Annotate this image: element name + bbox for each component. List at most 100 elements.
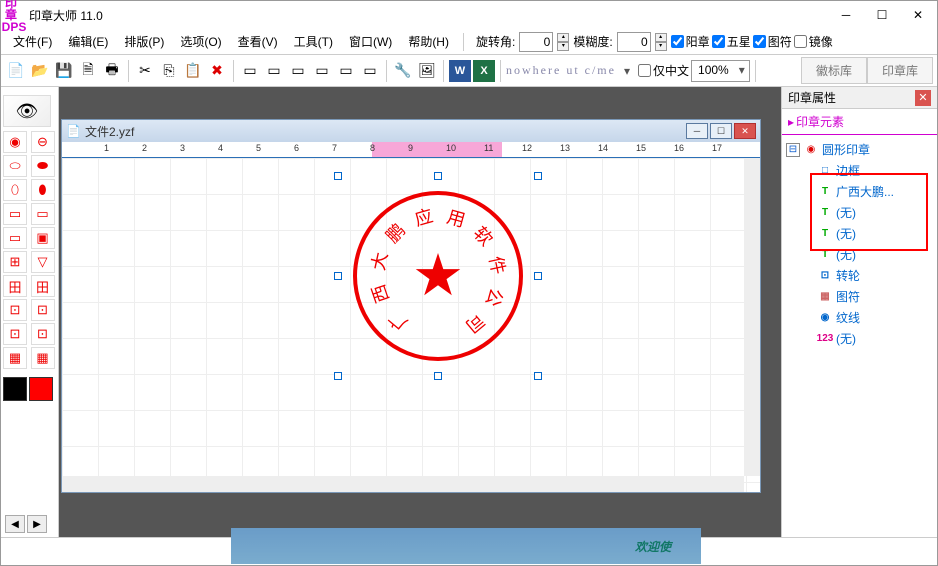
seal-selection[interactable]: ★ 广西大鹏应用软件公司 [338, 176, 538, 376]
shape-tool-12[interactable]: 田 [3, 275, 27, 297]
cut-icon[interactable]: ✂ [134, 60, 156, 82]
doc-maximize-button[interactable]: ☐ [710, 123, 732, 139]
shape-tool-19[interactable]: ▦ [31, 347, 55, 369]
open-icon[interactable]: 📂 [29, 60, 51, 82]
shape-tool-10[interactable]: ⊞ [3, 251, 27, 273]
close-button[interactable]: ✕ [911, 8, 925, 22]
tree-item-4[interactable]: T(无) [786, 244, 933, 265]
chinese-only-checkbox[interactable] [638, 64, 651, 77]
menu-1[interactable]: 编辑(E) [60, 30, 116, 53]
window-title: 印章大师 11.0 [29, 7, 839, 24]
shape-tool-9[interactable]: ▣ [31, 227, 55, 249]
shape-tool-4[interactable]: ⬯ [3, 179, 27, 201]
resize-handle[interactable] [534, 272, 542, 280]
word-icon[interactable]: W [449, 60, 471, 82]
shape-tool-6[interactable]: ▭ [3, 203, 27, 225]
menu-5[interactable]: 工具(T) [286, 30, 341, 53]
check-1[interactable] [712, 35, 725, 48]
doc-minimize-button[interactable]: ─ [686, 123, 708, 139]
shape-tool-8[interactable]: ▭ [3, 227, 27, 249]
zoom-combo[interactable]: 100% [691, 60, 750, 82]
panel-section-header[interactable]: 印章元素 [782, 109, 937, 135]
tree-item-8[interactable]: 123(无) [786, 328, 933, 349]
minimize-button[interactable]: ─ [839, 8, 853, 22]
rotation-spinner[interactable]: ▴▾ [557, 33, 569, 51]
align5-icon[interactable]: ▭ [335, 60, 357, 82]
shape-tool-7[interactable]: ▭ [31, 203, 55, 225]
resize-handle[interactable] [434, 172, 442, 180]
save-icon[interactable]: 💾 [53, 60, 75, 82]
check-0[interactable] [671, 35, 684, 48]
tree-root[interactable]: ⊟◉圆形印章 [786, 139, 933, 160]
align4-icon[interactable]: ▭ [311, 60, 333, 82]
canvas[interactable]: ★ 广西大鹏应用软件公司 [62, 158, 760, 492]
menu-4[interactable]: 查看(V) [230, 30, 286, 53]
resize-handle[interactable] [334, 372, 342, 380]
blur-spinner[interactable]: ▴▾ [655, 33, 667, 51]
shape-tool-2[interactable]: ⬭ [3, 155, 27, 177]
check-2[interactable] [753, 35, 766, 48]
menu-6[interactable]: 窗口(W) [341, 30, 400, 53]
rotation-input[interactable] [519, 32, 553, 52]
tree-item-2[interactable]: T(无) [786, 202, 933, 223]
tree-item-0[interactable]: □边框 [786, 160, 933, 181]
resize-handle[interactable] [434, 372, 442, 380]
tab-badge-lib[interactable]: 徽标库 [801, 57, 867, 84]
horizontal-ruler[interactable]: 1234567891011121314151617 [62, 142, 760, 158]
shape-tool-5[interactable]: ⬮ [31, 179, 55, 201]
tool1-icon[interactable]: 🔧 [392, 60, 414, 82]
new-icon[interactable]: 📄 [5, 60, 27, 82]
color-red[interactable] [29, 377, 53, 401]
tool2-icon[interactable]: 🖼 [416, 60, 438, 82]
resize-handle[interactable] [534, 172, 542, 180]
menu-0[interactable]: 文件(F) [5, 30, 60, 53]
align6-icon[interactable]: ▭ [359, 60, 381, 82]
align1-icon[interactable]: ▭ [239, 60, 261, 82]
menu-3[interactable]: 选项(O) [172, 30, 229, 53]
shape-tool-1[interactable]: ⊖ [31, 131, 55, 153]
tree-item-7[interactable]: ◉纹线 [786, 307, 933, 328]
shape-tool-11[interactable]: ▽ [31, 251, 55, 273]
menu-7[interactable]: 帮助(H) [400, 30, 457, 53]
shape-tool-13[interactable]: 田 [31, 275, 55, 297]
preview-eye-icon: 👁 [3, 95, 51, 127]
align3-icon[interactable]: ▭ [287, 60, 309, 82]
print-icon[interactable]: 🖶 [101, 60, 123, 82]
tab-seal-lib[interactable]: 印章库 [867, 57, 933, 84]
vertical-scrollbar[interactable] [744, 158, 760, 476]
maximize-button[interactable]: ☐ [875, 8, 889, 22]
paste-icon[interactable]: 📋 [182, 60, 204, 82]
shape-tool-16[interactable]: ⊡ [3, 323, 27, 345]
copy-icon[interactable]: ⎘ [158, 60, 180, 82]
tree-item-5[interactable]: ⊡转轮 [786, 265, 933, 286]
shape-tool-14[interactable]: ⊡ [3, 299, 27, 321]
panel-close-button[interactable]: ✕ [915, 90, 931, 106]
document-title: 文件2.yzf [85, 123, 686, 140]
tree-item-1[interactable]: T广西大鹏... [786, 181, 933, 202]
resize-handle[interactable] [334, 172, 342, 180]
shape-tool-15[interactable]: ⊡ [31, 299, 55, 321]
seal-object[interactable]: ★ 广西大鹏应用软件公司 [353, 191, 523, 361]
tree-item-3[interactable]: T(无) [786, 223, 933, 244]
export-icon[interactable]: 🗎 [77, 60, 99, 82]
sample-text: nowhere ut c/me [506, 63, 616, 78]
shape-tool-18[interactable]: ▦ [3, 347, 27, 369]
palette-prev-icon[interactable]: ◀ [5, 515, 25, 533]
shape-tool-3[interactable]: ⬬ [31, 155, 55, 177]
palette-next-icon[interactable]: ▶ [27, 515, 47, 533]
excel-icon[interactable]: X [473, 60, 495, 82]
align2-icon[interactable]: ▭ [263, 60, 285, 82]
horizontal-scrollbar[interactable] [62, 476, 744, 492]
check-3[interactable] [794, 35, 807, 48]
tree-item-6[interactable]: ▦图符 [786, 286, 933, 307]
color-black[interactable] [3, 377, 27, 401]
blur-input[interactable] [617, 32, 651, 52]
shape-tool-17[interactable]: ⊡ [31, 323, 55, 345]
delete-icon[interactable]: ✖ [206, 60, 228, 82]
resize-handle[interactable] [534, 372, 542, 380]
footer-banner: 欢迎使 [231, 528, 701, 564]
resize-handle[interactable] [334, 272, 342, 280]
shape-tool-0[interactable]: ◉ [3, 131, 27, 153]
menu-2[interactable]: 排版(P) [116, 30, 172, 53]
doc-close-button[interactable]: ✕ [734, 123, 756, 139]
